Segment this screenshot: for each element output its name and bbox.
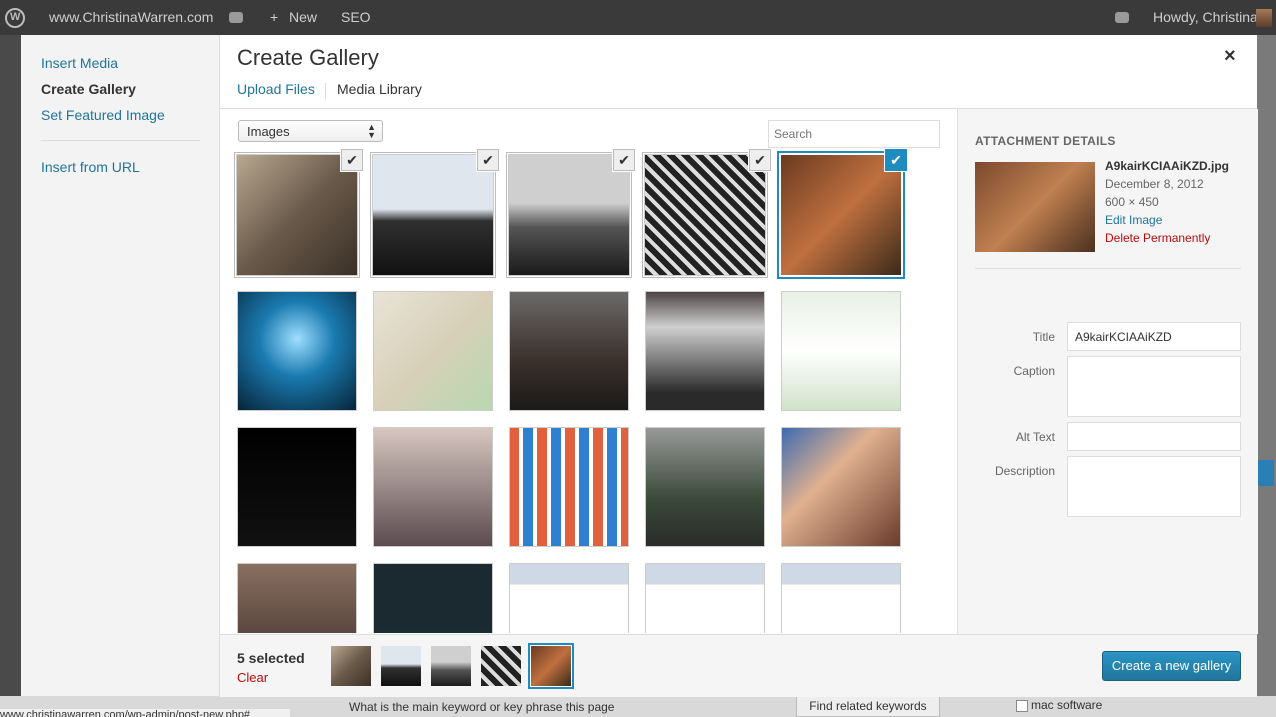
attachment-chain-fence[interactable]: ✔ [645,149,771,275]
modal-title: Create Gallery [237,45,379,70]
title-field[interactable] [1067,322,1241,351]
attachment-guitar-group[interactable]: ✔ [781,149,907,275]
avatar[interactable] [1256,9,1272,27]
title-label: Title [1032,330,1055,344]
details-thumbnail [975,162,1095,252]
menu-insert-media[interactable]: Insert Media [41,55,118,71]
notifications-icon[interactable] [1115,12,1129,23]
mac-software-label: mac software [1031,698,1103,712]
wordpress-logo-icon[interactable] [5,8,25,28]
selected-thumb-balcony-bw[interactable] [431,646,471,686]
attachment-tweet-2[interactable] [645,563,765,633]
check-icon[interactable]: ✔ [749,149,771,171]
attachment-certificate[interactable] [781,291,901,411]
details-filename: A9kairKCIAAiKZD.jpg [1105,159,1230,173]
attachment-woman-smile[interactable] [781,427,901,547]
attachment-skyline-bw[interactable]: ✔ [373,149,499,275]
attachment-balcony-bw[interactable]: ✔ [509,149,635,275]
menu-set-featured-image[interactable]: Set Featured Image [41,107,165,123]
description-field[interactable] [1067,456,1241,517]
check-icon[interactable]: ✔ [885,149,907,171]
tab-upload-files[interactable]: Upload Files [237,81,315,97]
attachment-laptop-screen[interactable] [645,291,765,411]
browser-status-url: www.christinawarren.com/wp-admin/post-ne… [0,709,290,717]
selected-thumb-chain-fence[interactable] [481,646,521,686]
media-modal: Insert Media Create Gallery Set Featured… [21,35,1258,697]
details-dimensions: 600 × 450 [1105,195,1159,209]
mac-software-checkbox[interactable] [1016,700,1028,712]
attachment-concert-blue[interactable] [237,291,357,411]
attachment-future-of-web[interactable] [373,563,493,633]
attachment-video-woman[interactable] [373,427,493,547]
keyword-prompt: What is the main keyword or key phrase t… [349,700,615,714]
media-menu: Insert Media Create Gallery Set Featured… [21,35,220,696]
gallery-toolbar: 5 selected Clear Create a new gallery [220,634,1257,697]
edit-image-link[interactable]: Edit Image [1105,213,1162,227]
new-plus-icon[interactable]: + [270,0,278,35]
check-icon[interactable]: ✔ [477,149,499,171]
attachment-tweet-1[interactable] [509,563,629,633]
seo-menu-link[interactable]: SEO [341,0,371,35]
check-icon[interactable]: ✔ [341,149,363,171]
description-label: Description [994,464,1055,478]
tab-divider [325,83,326,99]
details-date: December 8, 2012 [1105,177,1204,191]
attachments-grid: ✔ ✔ ✔ ✔ ✔ [220,108,957,633]
attachment-audience[interactable] [237,563,357,633]
account-greeting[interactable]: Howdy, Christina [1153,0,1258,35]
selected-thumb-woman-portrait[interactable] [331,646,371,686]
clear-selection-link[interactable]: Clear [237,670,268,685]
attachment-press-event[interactable] [509,291,629,411]
attachment-woman-portrait[interactable]: ✔ [237,149,363,275]
publish-button-edge [1257,460,1274,486]
selection-count: 5 selected [237,650,305,666]
selected-thumb-guitar-group[interactable] [531,646,571,686]
details-heading: ATTACHMENT DETAILS [975,134,1116,148]
editor-edge [1257,35,1276,717]
attachment-battery-saver[interactable] [237,427,357,547]
attachment-app-grid[interactable] [509,427,629,547]
details-divider [975,268,1241,269]
caption-label: Caption [1013,364,1055,378]
admin-sidebar-edge [0,35,21,717]
attachment-tweet-3[interactable] [781,563,901,633]
caption-field[interactable] [1067,356,1241,417]
create-new-gallery-button[interactable]: Create a new gallery [1102,651,1241,681]
attachment-storefront[interactable] [645,427,765,547]
attachment-details-sidebar: ATTACHMENT DETAILS A9kairKCIAAiKZD.jpg D… [957,109,1258,634]
selected-thumb-skyline-bw[interactable] [381,646,421,686]
tab-media-library[interactable]: Media Library [337,81,422,97]
menu-separator [41,140,200,141]
site-name-link[interactable]: www.ChristinaWarren.com [49,0,213,35]
new-content-link[interactable]: New [289,0,317,35]
alt-text-label: Alt Text [1015,430,1055,444]
alt-text-field[interactable] [1067,422,1241,451]
menu-create-gallery[interactable]: Create Gallery [41,81,136,97]
find-keywords-button[interactable]: Find related keywords [796,696,940,717]
attachment-map[interactable] [373,291,493,411]
admin-bar: www.ChristinaWarren.com + New SEO Howdy,… [0,0,1276,35]
close-icon[interactable]: × [1224,45,1236,68]
delete-permanently-link[interactable]: Delete Permanently [1105,231,1210,245]
comments-icon[interactable] [229,12,243,23]
menu-insert-from-url[interactable]: Insert from URL [41,159,140,175]
check-icon[interactable]: ✔ [613,149,635,171]
